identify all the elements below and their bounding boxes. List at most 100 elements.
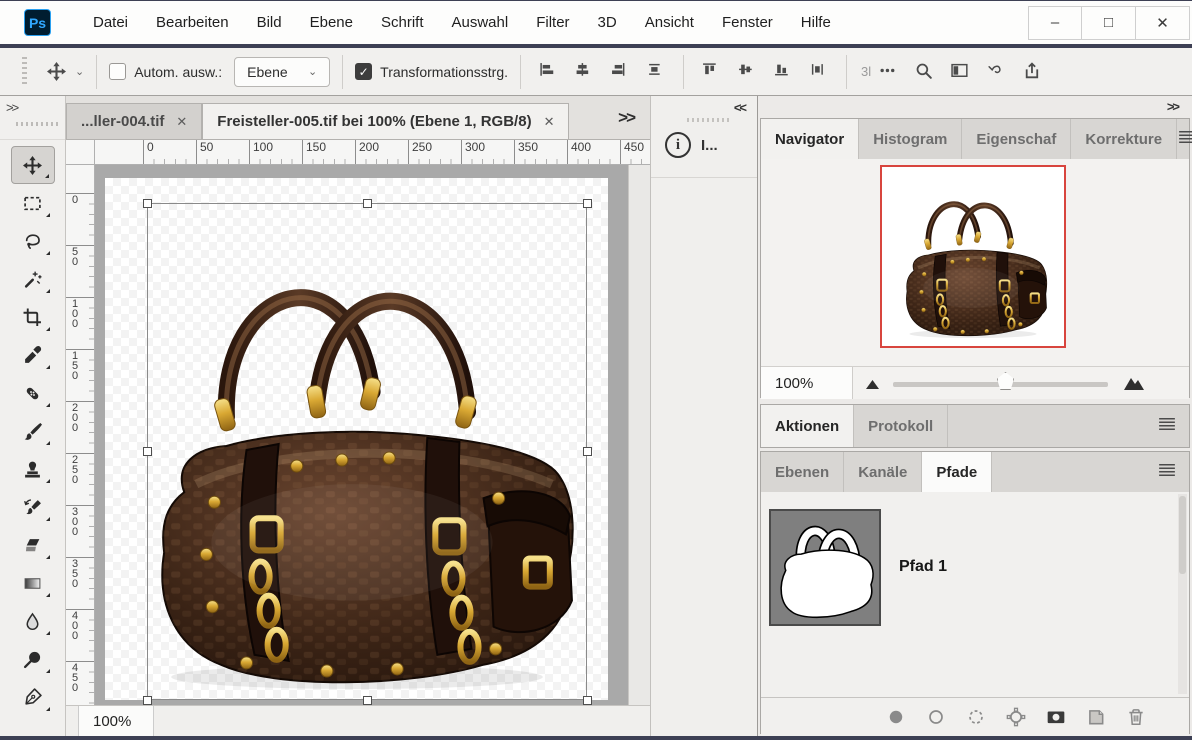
more-options-icon[interactable]	[873, 57, 903, 87]
stroke-path-icon[interactable]	[923, 704, 949, 730]
align-center-v-icon[interactable]	[732, 57, 762, 87]
menu-bearbeiten[interactable]: Bearbeiten	[142, 8, 243, 37]
tab-navigator[interactable]: Navigator	[761, 119, 859, 159]
magic-wand-tool[interactable]	[11, 260, 55, 298]
navigator-zoom-field[interactable]: 100%	[761, 367, 853, 399]
document-tab-1[interactable]: ...ller-004.tif✕	[66, 103, 202, 139]
transform-handle[interactable]	[363, 199, 372, 208]
menu-3d[interactable]: 3D	[584, 8, 631, 37]
tab-ebenen[interactable]: Ebenen	[761, 452, 844, 492]
move-tool[interactable]	[11, 146, 55, 184]
zoom-in-mountain-icon[interactable]	[1123, 374, 1145, 391]
align-right-icon[interactable]	[605, 57, 635, 87]
auto-select-checkbox[interactable]	[109, 63, 126, 80]
tab-korrekture[interactable]: Korrekture	[1071, 119, 1177, 159]
menu-ansicht[interactable]: Ansicht	[631, 8, 708, 37]
close-tab-icon[interactable]: ✕	[544, 114, 555, 130]
collapse-panel-icon[interactable]: <<	[734, 100, 745, 115]
align-left-icon[interactable]	[533, 57, 563, 87]
gradient-tool[interactable]	[11, 564, 55, 602]
transform-handle[interactable]	[583, 447, 592, 456]
eraser-tool[interactable]	[11, 526, 55, 564]
tab-protokoll[interactable]: Protokoll	[854, 405, 948, 447]
info-drag-handle[interactable]	[687, 118, 731, 122]
transform-controls-checkbox[interactable]: ✓	[355, 63, 372, 80]
transform-handle[interactable]	[143, 696, 152, 705]
tab-pfade[interactable]: Pfade	[922, 452, 992, 492]
tab-histogram[interactable]: Histogram	[859, 119, 962, 159]
dodge-tool[interactable]	[11, 640, 55, 678]
menu-ebene[interactable]: Ebene	[296, 8, 367, 37]
auto-select-dropdown[interactable]: Ebene ⌄	[234, 57, 330, 87]
lasso-tool[interactable]	[11, 222, 55, 260]
tab-eigenschaf[interactable]: Eigenschaf	[962, 119, 1071, 159]
tab-kanle[interactable]: Kanäle	[844, 452, 922, 492]
distribute-center-v-icon[interactable]	[804, 57, 834, 87]
canvas-area[interactable]	[95, 165, 628, 705]
tab-overflow-icon[interactable]: >>	[610, 104, 642, 132]
menu-bild[interactable]: Bild	[243, 8, 296, 37]
trash-icon[interactable]	[1123, 704, 1149, 730]
chevron-down-icon[interactable]: ⌄	[75, 65, 84, 78]
photoshop-logo[interactable]: Ps	[24, 9, 51, 36]
close-tab-icon[interactable]: ✕	[176, 114, 187, 130]
transform-handle[interactable]	[583, 696, 592, 705]
mask-icon[interactable]	[1043, 704, 1069, 730]
close-button[interactable]: ✕	[1136, 6, 1190, 40]
minimize-button[interactable]: –	[1028, 6, 1082, 40]
menu-auswahl[interactable]: Auswahl	[438, 8, 523, 37]
transform-handle[interactable]	[143, 199, 152, 208]
align-top-icon[interactable]	[696, 57, 726, 87]
tools-drag-handle[interactable]	[16, 122, 58, 126]
maximize-button[interactable]: □	[1082, 6, 1136, 40]
healing-brush-tool[interactable]	[11, 374, 55, 412]
panel-menu-icon[interactable]	[1157, 463, 1177, 482]
navigator-zoom-slider-thumb[interactable]	[997, 372, 1014, 390]
clone-stamp-tool[interactable]	[11, 450, 55, 488]
transform-handle[interactable]	[143, 447, 152, 456]
menu-schrift[interactable]: Schrift	[367, 8, 438, 37]
transform-handle[interactable]	[363, 696, 372, 705]
options-drag-handle[interactable]	[22, 57, 27, 87]
menu-hilfe[interactable]: Hilfe	[787, 8, 845, 37]
crop-tool[interactable]	[11, 298, 55, 336]
document-tab-2[interactable]: Freisteller-005.tif bei 100% (Ebene 1, R…	[202, 103, 569, 139]
fill-path-icon[interactable]	[883, 704, 909, 730]
marquee-tool[interactable]	[11, 184, 55, 222]
eyedropper-tool[interactable]	[11, 336, 55, 374]
path-from-selection-icon[interactable]	[1003, 704, 1029, 730]
expand-panels-icon[interactable]: >>	[1167, 99, 1178, 114]
brush-tool[interactable]	[11, 412, 55, 450]
zoom-out-mountain-icon[interactable]	[865, 377, 880, 390]
path-name[interactable]: Pfad 1	[899, 558, 947, 576]
menu-datei[interactable]: Datei	[79, 8, 142, 37]
share-icon[interactable]	[1017, 57, 1047, 87]
panel-menu-icon[interactable]	[1177, 130, 1192, 149]
canvas-scrollbar-track[interactable]	[628, 165, 650, 705]
path-row[interactable]: Pfad 1	[761, 502, 1179, 632]
panel-menu-icon[interactable]	[1157, 417, 1177, 436]
zoom-level-field[interactable]: 100%	[78, 706, 154, 736]
transform-bounding-box[interactable]	[147, 203, 587, 700]
info-panel-label[interactable]: I...	[701, 137, 718, 154]
expand-panel-icon[interactable]: >>	[6, 100, 17, 115]
tab-aktionen[interactable]: Aktionen	[761, 405, 854, 447]
panel-toggle-icon[interactable]	[945, 57, 975, 87]
blur-tool[interactable]	[11, 602, 55, 640]
transform-handle[interactable]	[583, 199, 592, 208]
info-icon[interactable]: i	[665, 132, 691, 158]
load-selection-icon[interactable]	[963, 704, 989, 730]
document-canvas[interactable]	[105, 178, 608, 700]
menu-filter[interactable]: Filter	[522, 8, 583, 37]
distribute-center-h-icon[interactable]	[641, 57, 671, 87]
align-bottom-icon[interactable]	[768, 57, 798, 87]
navigator-proxy-view[interactable]	[880, 165, 1066, 348]
paths-scrollbar[interactable]	[1178, 494, 1187, 694]
search-icon[interactable]	[909, 57, 939, 87]
align-center-h-icon[interactable]	[569, 57, 599, 87]
new-path-icon[interactable]	[1083, 704, 1109, 730]
snap-curve-icon[interactable]	[981, 57, 1011, 87]
path-thumbnail[interactable]	[769, 509, 881, 626]
history-brush-tool[interactable]	[11, 488, 55, 526]
menu-fenster[interactable]: Fenster	[708, 8, 787, 37]
